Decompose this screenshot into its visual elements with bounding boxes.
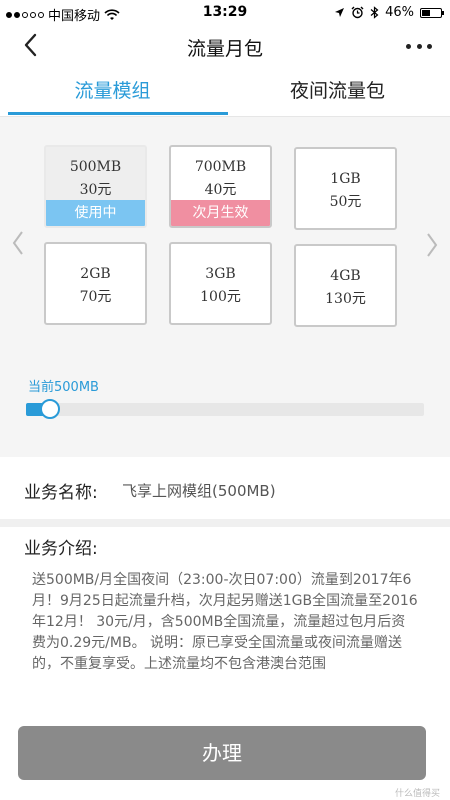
tab-night-package[interactable]: 夜间流量包 <box>225 66 450 116</box>
chevron-left-icon[interactable] <box>10 228 26 258</box>
plan-price: 30元 <box>79 182 112 198</box>
status-right: 46% <box>334 5 444 20</box>
plan-price: 50元 <box>329 194 362 210</box>
location-arrow-icon <box>335 8 345 17</box>
tab-bar: 流量模组 夜间流量包 <box>0 66 450 117</box>
in-use-badge: 使用中 <box>46 200 145 226</box>
service-desc-label: 业务介绍: <box>24 539 98 559</box>
page-title: 流量月包 <box>186 38 263 60</box>
plan-price: 70元 <box>79 289 112 305</box>
slider-knob[interactable] <box>39 399 60 419</box>
watermark-text: 什么值得买 <box>394 789 440 799</box>
plan-data: 700MB <box>194 159 247 175</box>
plan-price: 130元 <box>325 291 366 307</box>
plan-data: 2GB <box>80 266 111 282</box>
current-usage-label: 当前500MB <box>28 380 99 395</box>
chevron-right-icon[interactable] <box>424 230 440 260</box>
battery-percent: 46% <box>385 5 414 20</box>
plan-card-3gb[interactable]: 3GB 100元 <box>169 242 272 325</box>
bluetooth-icon <box>370 6 379 19</box>
battery-icon <box>420 7 444 18</box>
plan-data: 4GB <box>330 268 361 284</box>
service-name-label: 业务名称: <box>24 483 98 503</box>
plan-data: 1GB <box>330 171 361 187</box>
alarm-icon <box>351 6 364 19</box>
submit-button[interactable]: 办理 <box>18 726 426 780</box>
plan-data: 500MB <box>69 159 122 175</box>
slider-track[interactable] <box>26 403 424 416</box>
plan-price: 40元 <box>204 182 237 198</box>
plan-price: 100元 <box>200 289 241 305</box>
nav-bar: 流量月包 <box>0 26 450 66</box>
plan-card-4gb[interactable]: 4GB 130元 <box>294 244 397 327</box>
plan-card-2gb[interactable]: 2GB 70元 <box>44 242 147 325</box>
battery-fill <box>422 9 430 16</box>
service-name-value: 飞享上网模组(500MB) <box>122 482 276 500</box>
plan-card-1gb[interactable]: 1GB 50元 <box>294 147 397 230</box>
plan-data: 3GB <box>205 266 236 282</box>
more-dots-icon[interactable] <box>406 34 432 58</box>
next-month-badge: 次月生效 <box>171 200 270 226</box>
plan-card-700mb[interactable]: 700MB 40元 次月生效 <box>169 145 272 228</box>
plan-card-500mb[interactable]: 500MB 30元 使用中 <box>44 145 147 228</box>
section-divider <box>0 519 450 527</box>
service-description: 送500MB/月全国夜间（23:00-次日07:00）流量到2017年6月！9月… <box>32 572 418 672</box>
active-tab-indicator <box>8 112 228 115</box>
status-bar: 中国移动 13:29 46% <box>0 0 450 26</box>
tab-data-module[interactable]: 流量模组 <box>0 66 225 116</box>
